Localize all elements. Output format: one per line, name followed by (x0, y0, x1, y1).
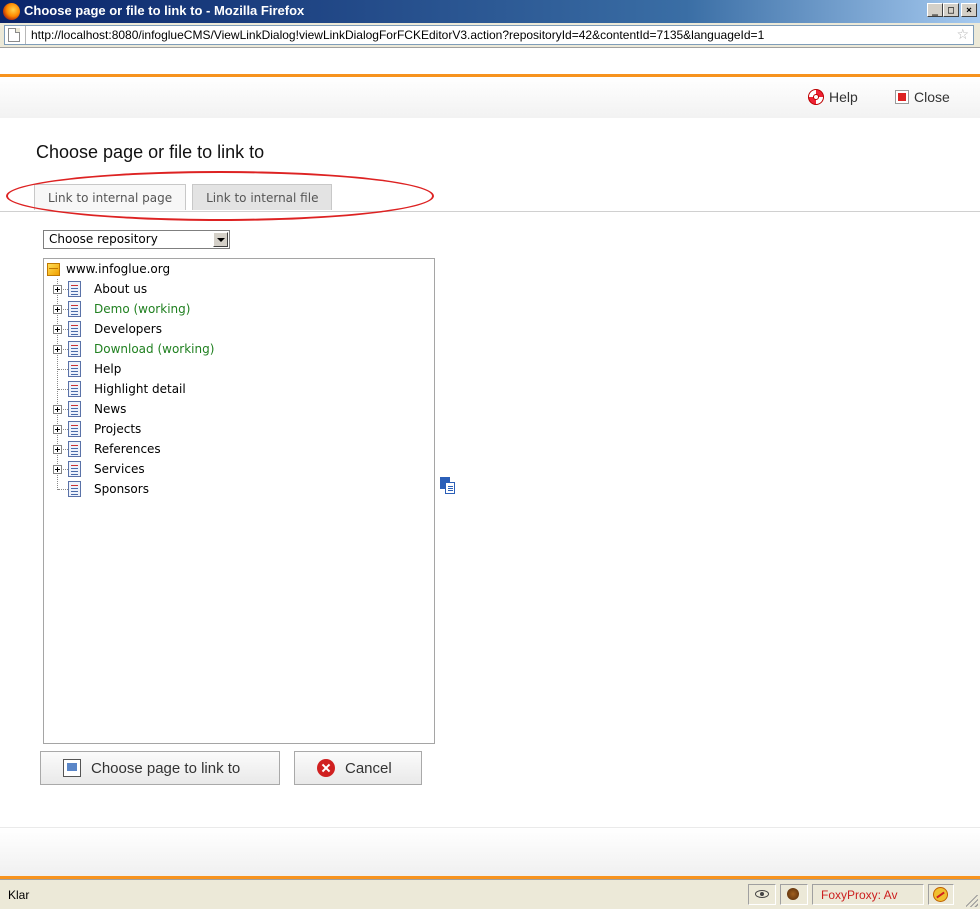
tree-node-label[interactable]: Highlight detail (94, 382, 186, 396)
cancel-icon (317, 759, 335, 777)
status-bar: Klar FoxyProxy: Av (0, 879, 980, 909)
status-text: Klar (8, 888, 30, 902)
lifebuoy-icon (808, 89, 824, 105)
page-icon (68, 421, 81, 437)
tree-node: Help (44, 359, 424, 379)
page-icon (68, 301, 81, 317)
expand-plus-icon[interactable] (53, 425, 62, 434)
foxyproxy-icon (933, 887, 948, 902)
help-label: Help (829, 89, 858, 105)
page-icon (68, 361, 81, 377)
choose-page-icon (63, 759, 81, 777)
eye-icon (755, 890, 769, 898)
tree-branch (58, 489, 68, 490)
tree-node: Projects (44, 419, 424, 439)
tree-node: Download (working) (44, 339, 424, 359)
repository-box-icon (47, 262, 60, 276)
url-text[interactable]: http://localhost:8080/infoglueCMS/ViewLi… (31, 28, 764, 42)
firefox-window: Choose page or file to link to - Mozilla… (0, 0, 980, 909)
tree-node: Developers (44, 319, 424, 339)
tree-node-label[interactable]: About us (94, 282, 147, 296)
foxyproxy-icon-cell[interactable] (928, 884, 954, 905)
tree-node: Highlight detail (44, 379, 424, 399)
tree-node-label[interactable]: Demo (working) (94, 302, 190, 316)
firefox-icon (3, 3, 20, 20)
repository-select[interactable]: Choose repository (43, 230, 230, 249)
page-icon (68, 321, 81, 337)
choose-page-label: Choose page to link to (91, 759, 241, 777)
tree-node: References (44, 439, 424, 459)
expand-plus-icon[interactable] (53, 285, 62, 294)
foxyproxy-label: FoxyProxy: Av (821, 888, 898, 902)
tree-root[interactable]: www.infoglue.org (47, 262, 170, 276)
tab-divider (0, 211, 980, 212)
page-icon (68, 441, 81, 457)
status-eye-cell[interactable] (748, 884, 776, 905)
tree-node-label[interactable]: Projects (94, 422, 141, 436)
window-close-button[interactable]: × (961, 3, 977, 17)
page-icon (8, 28, 20, 42)
tree-node: Services (44, 459, 424, 479)
close-label: Close (914, 89, 950, 105)
tree-node: Demo (working) (44, 299, 424, 319)
tree-root-label[interactable]: www.infoglue.org (66, 262, 170, 276)
tab-link-internal-file[interactable]: Link to internal file (192, 184, 333, 210)
page-icon (68, 461, 81, 477)
tree-node: News (44, 399, 424, 419)
url-separator (25, 26, 26, 44)
foxyproxy-status[interactable]: FoxyProxy: Av (812, 884, 924, 905)
tab-link-internal-page[interactable]: Link to internal page (34, 184, 187, 210)
page-icon (68, 481, 81, 497)
copy-link-icon[interactable] (440, 477, 456, 495)
tree-node-label[interactable]: Download (working) (94, 342, 214, 356)
close-button[interactable]: Close (895, 89, 950, 105)
close-icon (895, 90, 909, 104)
choose-page-button[interactable]: Choose page to link to (40, 751, 280, 785)
expand-plus-icon[interactable] (53, 305, 62, 314)
tree-node-label[interactable]: Help (94, 362, 121, 376)
minimize-button[interactable]: _ (927, 3, 943, 17)
tree-node-label[interactable]: Sponsors (94, 482, 149, 496)
tree-node: Sponsors (44, 479, 424, 499)
help-button[interactable]: Help (808, 89, 858, 105)
resize-grip-icon[interactable] (966, 895, 978, 907)
cancel-button[interactable]: Cancel (294, 751, 422, 785)
dialog-toolbar: Help Close (0, 74, 980, 118)
page-icon (68, 281, 81, 297)
status-bug-cell[interactable] (780, 884, 808, 905)
tree-branch (58, 389, 68, 390)
tree-branch (58, 369, 68, 370)
title-bar: Choose page or file to link to - Mozilla… (0, 0, 980, 23)
bug-icon (787, 888, 799, 900)
cancel-label: Cancel (345, 759, 392, 777)
expand-plus-icon[interactable] (53, 325, 62, 334)
tree-node-label[interactable]: Services (94, 462, 145, 476)
repository-select-value: Choose repository (49, 232, 158, 246)
tree-node-label[interactable]: References (94, 442, 161, 456)
dropdown-arrow-icon[interactable] (213, 232, 228, 247)
dialog-footer (0, 827, 980, 879)
bookmark-star-icon[interactable]: ☆ (956, 27, 969, 43)
copy-link-icon-front (445, 482, 455, 494)
address-bar: http://localhost:8080/infoglueCMS/ViewLi… (0, 23, 980, 48)
tree-node-label[interactable]: News (94, 402, 126, 416)
tree-node-label[interactable]: Developers (94, 322, 162, 336)
window-controls: _ □ × (927, 3, 977, 17)
tab-bar: Link to internal page Link to internal f… (34, 184, 333, 210)
expand-plus-icon[interactable] (53, 465, 62, 474)
dialog-heading: Choose page or file to link to (36, 142, 265, 162)
url-field[interactable]: http://localhost:8080/infoglueCMS/ViewLi… (4, 25, 974, 45)
expand-plus-icon[interactable] (53, 405, 62, 414)
page-tree: www.infoglue.org About us Demo (working)… (43, 258, 435, 744)
tree-node: About us (44, 279, 424, 299)
window-title: Choose page or file to link to - Mozilla… (24, 3, 305, 18)
maximize-button[interactable]: □ (943, 3, 959, 17)
expand-plus-icon[interactable] (53, 345, 62, 354)
page-icon (68, 341, 81, 357)
expand-plus-icon[interactable] (53, 445, 62, 454)
page-icon (68, 381, 81, 397)
page-icon (68, 401, 81, 417)
